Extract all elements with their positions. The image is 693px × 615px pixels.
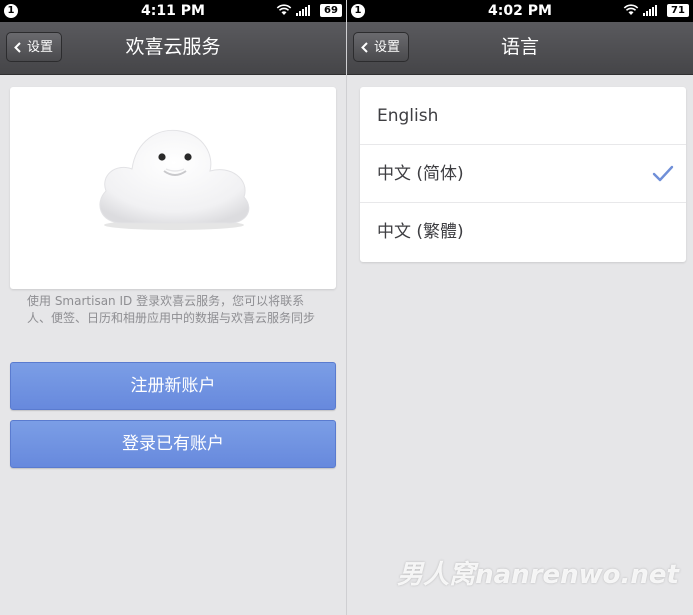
page-title: 语言 (500, 36, 539, 58)
language-option-simplified-chinese[interactable]: 中文 (简体) (360, 145, 686, 203)
back-button[interactable]: 设置 (353, 32, 409, 62)
language-option-traditional-chinese[interactable]: 中文 (繁體) (360, 203, 686, 261)
back-button-label: 设置 (374, 40, 401, 55)
cloud-service-screen: 1 4:11 PM 69 设置 欢喜云服务 使用 Smartisan ID 登录… (0, 0, 346, 615)
status-bar: 1 4:02 PM 71 (347, 0, 693, 22)
battery-indicator: 69 (320, 4, 342, 17)
back-button-label: 设置 (27, 40, 54, 55)
cloud-illustration-card (10, 87, 336, 289)
site-watermark: 男人窝nanrenwo.net (397, 560, 679, 590)
wifi-icon (276, 4, 292, 15)
status-bar: 1 4:11 PM 69 (0, 0, 346, 22)
register-new-account-button[interactable]: 注册新账户 (10, 362, 336, 410)
back-button[interactable]: 设置 (6, 32, 62, 62)
status-time: 4:11 PM (141, 3, 205, 19)
status-time: 4:02 PM (488, 3, 552, 19)
signal-icon (296, 5, 310, 16)
nav-bar: 设置 语言 (347, 22, 693, 75)
battery-indicator: 71 (667, 4, 689, 17)
login-existing-account-button[interactable]: 登录已有账户 (10, 420, 336, 468)
cloud-mascot-icon (99, 129, 250, 230)
wifi-icon (623, 4, 639, 15)
language-option-english[interactable]: English (360, 87, 686, 145)
signal-icon (643, 5, 657, 16)
service-description: 使用 Smartisan ID 登录欢喜云服务，您可以将联系人、便签、日历和相册… (27, 294, 316, 325)
checkmark-icon (652, 165, 674, 182)
chevron-left-icon (14, 42, 21, 53)
language-list: English 中文 (简体) 中文 (繁體) (360, 87, 686, 262)
nav-bar: 设置 欢喜云服务 (0, 22, 346, 75)
language-label: English (377, 106, 439, 126)
language-screen: 1 4:02 PM 71 设置 语言 English 中文 (简体) 中文 (繁… (347, 0, 693, 615)
language-label: 中文 (简体) (377, 164, 464, 184)
chevron-left-icon (361, 42, 368, 53)
language-label: 中文 (繁體) (377, 222, 464, 242)
page-title: 欢喜云服务 (125, 36, 221, 58)
